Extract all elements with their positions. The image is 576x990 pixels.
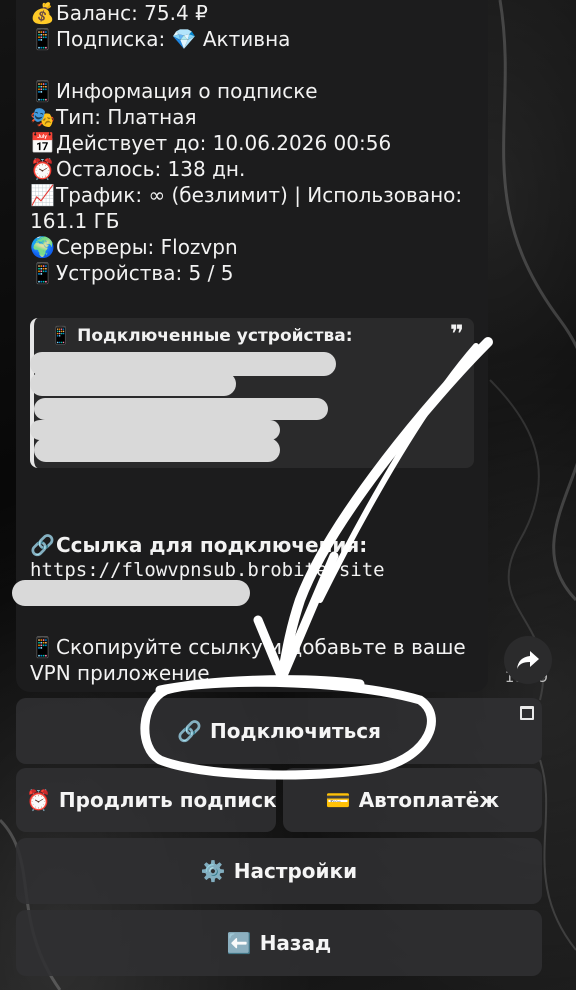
money-bag-icon: 💰 [30,1,55,25]
phone-icon: 📱 [30,261,55,285]
settings-button-label: Настройки [233,859,358,883]
valid-until-line: 📅Действует до: 10.06.2026 00:56 [30,131,392,155]
traffic-used-line: 161.1 ГБ [30,209,120,233]
link-icon: 🔗 [30,533,55,557]
credit-card-icon: 💳 [325,788,351,812]
share-button[interactable] [504,636,552,684]
connect-button[interactable]: 🔗 Подключиться [16,698,542,764]
balance-line: 💰Баланс: 75.4 ₽ [30,1,208,25]
servers-line: 🌍Серверы: Flozvpn [30,235,238,259]
redacted-link-part [12,580,250,606]
back-button-label: Назад [259,931,332,955]
connect-button-label: Подключиться [209,719,381,743]
renew-button-label: Продлить подписку [58,788,276,812]
chart-up-icon: 📈 [30,183,55,207]
traffic-line: 📈Трафик: ∞ (безлимит) | Использовано: [30,183,463,207]
devices-line: 📱Устройства: 5 / 5 [30,261,234,285]
redacted-device [34,398,328,420]
back-button[interactable]: ⬅️ Назад [16,910,542,976]
quote-icon: ❞ [449,320,464,348]
alarm-clock-icon: ⏰ [30,157,55,181]
instruction-line: 📱Скопируйте ссылку и добавьте в ваше [30,635,466,659]
instruction-line-2: VPN приложение [30,661,210,685]
remaining-line: ⏰Осталось: 138 дн. [30,157,246,181]
autopay-button-label: Автоплатёж [358,788,500,812]
subscription-status-line: 📱Подписка: 💎 Активна [30,27,291,51]
redacted-device [34,438,280,462]
connection-link-header: 🔗Ссылка для подключения: [30,533,368,557]
settings-button[interactable]: ⚙️ Настройки [16,838,542,904]
connected-devices-quote: 📱 Подключенные устройства: ❞ [30,318,474,468]
phone-icon: 📱 [30,635,55,659]
globe-icon: 🌍 [30,235,55,259]
subscription-info-header: 📱Информация о подписке [30,79,318,103]
calendar-icon: 📅 [30,131,55,155]
redacted-device [30,420,280,440]
redacted-device [30,372,236,396]
quote-title: 📱 Подключенные устройства: [50,326,353,346]
phone-icon: 📱 [50,326,72,346]
masks-icon: 🎭 [30,105,55,129]
phone-icon: 📱 [30,79,55,103]
link-icon: 🔗 [177,719,202,743]
phone-icon: 📱 [30,27,55,51]
renew-subscription-button[interactable]: ⏰ Продлить подписку [16,768,276,832]
back-arrow-icon: ⬅️ [226,931,252,955]
alarm-clock-icon: ⏰ [26,788,51,812]
window-icon [520,706,534,720]
gear-icon: ⚙️ [200,859,226,883]
share-arrow-icon [517,651,539,669]
autopay-button[interactable]: 💳 Автоплатёж [283,768,542,832]
subscription-type-line: 🎭Тип: Платная [30,105,197,129]
